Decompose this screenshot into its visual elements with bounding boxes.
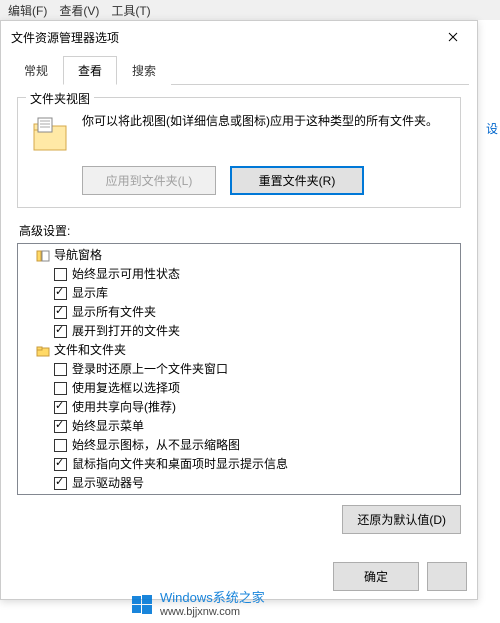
tree-checkbox-item[interactable]: 始终显示可用性状态 [18, 265, 460, 284]
tree-group-files: 文件和文件夹 [18, 341, 460, 360]
dialog-title: 文件资源管理器选项 [11, 29, 119, 46]
tab-content-view: 文件夹视图 你可以将此视图(如详细信息或图标)应用于这种类型的所有文件夹。 应用… [9, 84, 469, 542]
tree-checkbox[interactable] [54, 458, 67, 471]
reset-folders-button[interactable]: 重置文件夹(R) [230, 166, 364, 195]
tree-checkbox-item[interactable]: 使用复选框以选择项 [18, 379, 460, 398]
close-button[interactable] [433, 23, 473, 51]
tree-checkbox-item[interactable]: 始终显示图标，从不显示缩略图 [18, 436, 460, 455]
tree-checkbox[interactable] [54, 287, 67, 300]
tree-checkbox[interactable] [54, 306, 67, 319]
tree-checkbox-item[interactable]: 鼠标指向文件夹和桌面项时显示提示信息 [18, 455, 460, 474]
tree-item-label: 展开到打开的文件夹 [72, 323, 180, 340]
tree-checkbox[interactable] [54, 401, 67, 414]
dialog-buttons: 确定 [333, 562, 467, 591]
tree-item-label: 登录时还原上一个文件夹窗口 [72, 361, 228, 378]
watermark-url: www.bjjxnw.com [160, 606, 265, 619]
folder-small-icon [36, 344, 50, 358]
tree-checkbox[interactable] [54, 477, 67, 490]
close-icon [448, 32, 458, 42]
tree-checkbox-item[interactable]: 显示库 [18, 284, 460, 303]
folder-options-dialog: 文件资源管理器选项 常规 查看 搜索 文件夹视图 你可以将此视图(如详细信息或图… [0, 20, 478, 600]
tree-checkbox-item[interactable]: 使用共享向导(推荐) [18, 398, 460, 417]
tree-item-label: 始终显示图标，从不显示缩略图 [72, 437, 240, 454]
tree-item-label: 显示库 [72, 285, 108, 302]
tree-checkbox[interactable] [54, 439, 67, 452]
tree-checkbox[interactable] [54, 382, 67, 395]
apply-to-folders-button[interactable]: 应用到文件夹(L) [82, 166, 216, 195]
tab-view[interactable]: 查看 [63, 56, 117, 85]
folder-icon [30, 114, 70, 154]
tree-item-label: 显示所有文件夹 [72, 304, 156, 321]
menu-view[interactable]: 查看(V) [59, 2, 99, 18]
tree-checkbox[interactable] [54, 268, 67, 281]
tree-item-label: 鼠标指向文件夹和桌面项时显示提示信息 [72, 456, 288, 473]
titlebar: 文件资源管理器选项 [1, 21, 477, 53]
watermark: Windows系统之家 www.bjjxnw.com [130, 590, 265, 619]
ok-button[interactable]: 确定 [333, 562, 419, 591]
tab-general[interactable]: 常规 [9, 56, 63, 85]
tree-item-label: 使用共享向导(推荐) [72, 399, 176, 416]
navpane-icon [36, 249, 50, 263]
tab-strip: 常规 查看 搜索 [1, 55, 477, 84]
watermark-title: Windows系统之家 [160, 590, 265, 606]
advanced-settings-tree[interactable]: 导航窗格 始终显示可用性状态显示库显示所有文件夹展开到打开的文件夹 文件和文件夹… [17, 243, 461, 495]
tree-item-label: 显示驱动器号 [72, 475, 144, 492]
tree-checkbox[interactable] [54, 363, 67, 376]
tree-item-label: 显示同步提供程序通知 [72, 494, 192, 495]
advanced-settings-label: 高级设置: [19, 222, 461, 239]
menu-edit[interactable]: 编辑(F) [8, 2, 47, 18]
tree-checkbox-item[interactable]: 显示所有文件夹 [18, 303, 460, 322]
tree-item-label: 使用复选框以选择项 [72, 380, 180, 397]
tree-checkbox-item[interactable]: 始终显示菜单 [18, 417, 460, 436]
tree-item-label: 始终显示可用性状态 [72, 266, 180, 283]
tree-checkbox-item[interactable]: 展开到打开的文件夹 [18, 322, 460, 341]
groupbox-description: 你可以将此视图(如详细信息或图标)应用于这种类型的所有文件夹。 [82, 112, 448, 154]
tree-checkbox-item[interactable]: 显示驱动器号 [18, 474, 460, 493]
cancel-button[interactable] [427, 562, 467, 591]
folder-views-groupbox: 文件夹视图 你可以将此视图(如详细信息或图标)应用于这种类型的所有文件夹。 应用… [17, 97, 461, 208]
menubar: 编辑(F) 查看(V) 工具(T) [0, 0, 500, 20]
windows-logo-icon [130, 593, 154, 617]
menu-tools[interactable]: 工具(T) [111, 2, 150, 18]
tree-checkbox-item[interactable]: 显示同步提供程序通知 [18, 493, 460, 495]
groupbox-title: 文件夹视图 [26, 90, 94, 107]
tab-search[interactable]: 搜索 [117, 56, 171, 85]
side-hint-text: 设 [486, 120, 498, 137]
tree-checkbox[interactable] [54, 420, 67, 433]
tree-item-label: 始终显示菜单 [72, 418, 144, 435]
tree-checkbox[interactable] [54, 325, 67, 338]
tree-group-navpane: 导航窗格 [18, 246, 460, 265]
restore-defaults-button[interactable]: 还原为默认值(D) [342, 505, 461, 534]
tree-checkbox-item[interactable]: 登录时还原上一个文件夹窗口 [18, 360, 460, 379]
